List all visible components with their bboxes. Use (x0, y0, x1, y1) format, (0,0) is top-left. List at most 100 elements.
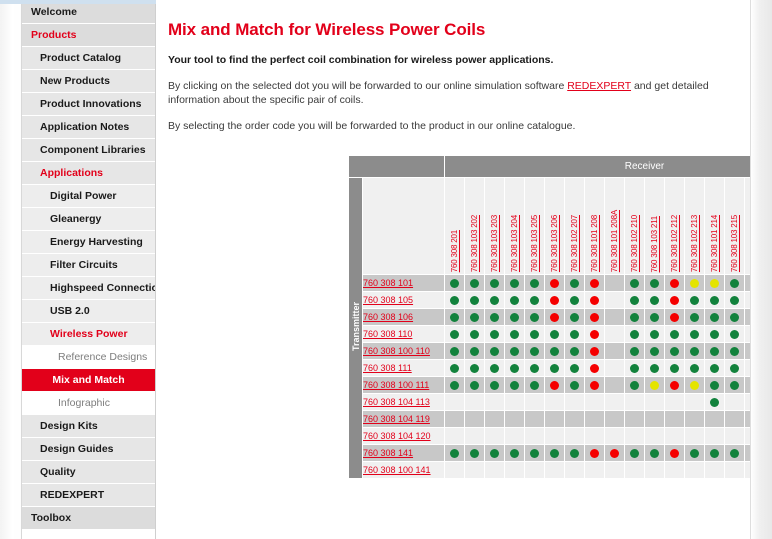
matrix-dot-cell[interactable] (485, 292, 505, 309)
sidebar-item-highspeed-connection[interactable]: Highspeed Connection (22, 277, 155, 300)
compat-dot-g[interactable] (490, 296, 499, 305)
matrix-dot-cell[interactable] (485, 275, 505, 292)
matrix-dot-cell[interactable] (645, 377, 665, 394)
receiver-column-header[interactable]: 760 308 103 206 (545, 178, 565, 275)
receiver-column-header-link[interactable]: 760 308 102 210 (630, 213, 639, 272)
matrix-dot-cell[interactable] (565, 292, 585, 309)
matrix-dot-cell[interactable] (665, 309, 685, 326)
compat-dot-g[interactable] (470, 330, 479, 339)
matrix-dot-cell[interactable] (625, 326, 645, 343)
compat-dot-g[interactable] (570, 364, 579, 373)
matrix-dot-cell[interactable] (545, 343, 565, 360)
matrix-dot-cell[interactable] (665, 326, 685, 343)
receiver-column-header[interactable]: 760 308 102 213 (685, 178, 705, 275)
matrix-dot-cell[interactable] (445, 445, 465, 462)
matrix-dot-cell[interactable] (685, 343, 705, 360)
transmitter-part-link[interactable]: 760 308 111 (363, 360, 445, 377)
sidebar-item-products[interactable]: Products (22, 24, 155, 47)
compat-dot-g[interactable] (730, 330, 739, 339)
compat-dot-g[interactable] (510, 449, 519, 458)
compat-dot-r[interactable] (590, 449, 599, 458)
compat-dot-g[interactable] (490, 347, 499, 356)
matrix-dot-cell[interactable] (545, 326, 565, 343)
compat-dot-g[interactable] (450, 381, 459, 390)
matrix-dot-cell[interactable] (505, 377, 525, 394)
matrix-dot-cell[interactable] (485, 360, 505, 377)
compat-dot-g[interactable] (530, 449, 539, 458)
compat-dot-g[interactable] (730, 296, 739, 305)
matrix-dot-cell[interactable] (485, 377, 505, 394)
compat-dot-g[interactable] (490, 330, 499, 339)
matrix-dot-cell[interactable] (625, 445, 645, 462)
compat-dot-g[interactable] (690, 347, 699, 356)
matrix-dot-cell[interactable] (665, 343, 685, 360)
matrix-dot-cell[interactable] (525, 445, 545, 462)
compat-dot-g[interactable] (530, 296, 539, 305)
compat-dot-g[interactable] (650, 330, 659, 339)
matrix-dot-cell[interactable] (485, 343, 505, 360)
sidebar-item-design-kits[interactable]: Design Kits (22, 415, 155, 438)
matrix-dot-cell[interactable] (705, 343, 725, 360)
sidebar-item-quality[interactable]: Quality (22, 461, 155, 484)
compat-dot-g[interactable] (510, 347, 519, 356)
compat-dot-g[interactable] (690, 330, 699, 339)
compat-dot-g[interactable] (730, 347, 739, 356)
matrix-dot-cell[interactable] (585, 275, 605, 292)
matrix-dot-cell[interactable] (465, 360, 485, 377)
matrix-dot-cell[interactable] (725, 309, 745, 326)
receiver-column-header[interactable]: 760 308 101 214 (705, 178, 725, 275)
transmitter-part-link[interactable]: 760 308 110 (363, 326, 445, 343)
matrix-dot-cell[interactable] (585, 292, 605, 309)
matrix-dot-cell[interactable] (645, 292, 665, 309)
matrix-dot-cell[interactable] (665, 377, 685, 394)
sidebar-item-infographic[interactable]: Infographic (22, 392, 155, 415)
receiver-column-header-link[interactable]: 760 308 102 213 (690, 213, 699, 272)
compat-dot-g[interactable] (470, 313, 479, 322)
receiver-column-header-link[interactable]: 760 308 101 208 (590, 213, 599, 272)
compat-dot-r[interactable] (550, 296, 559, 305)
compat-dot-r[interactable] (590, 347, 599, 356)
compat-dot-g[interactable] (530, 330, 539, 339)
matrix-dot-cell[interactable] (565, 445, 585, 462)
matrix-dot-cell[interactable] (685, 309, 705, 326)
matrix-dot-cell[interactable] (465, 275, 485, 292)
matrix-dot-cell[interactable] (525, 343, 545, 360)
matrix-dot-cell[interactable] (685, 326, 705, 343)
receiver-column-header[interactable]: 760 308 103 203 (485, 178, 505, 275)
sidebar-item-usb-2-0[interactable]: USB 2.0 (22, 300, 155, 323)
compat-dot-g[interactable] (630, 279, 639, 288)
matrix-dot-cell[interactable] (725, 360, 745, 377)
compat-dot-g[interactable] (630, 313, 639, 322)
compat-dot-g[interactable] (710, 296, 719, 305)
compat-dot-g[interactable] (690, 296, 699, 305)
compat-dot-g[interactable] (710, 398, 719, 407)
receiver-column-header[interactable]: 760 308 101 208 (585, 178, 605, 275)
compat-dot-g[interactable] (510, 364, 519, 373)
matrix-dot-cell[interactable] (705, 445, 725, 462)
matrix-dot-cell[interactable] (445, 360, 465, 377)
sidebar-item-product-innovations[interactable]: Product Innovations (22, 93, 155, 116)
receiver-column-header[interactable]: 760 308 103 202 (465, 178, 485, 275)
receiver-column-header-link[interactable]: 760 308 102 212 (670, 213, 679, 272)
matrix-dot-cell[interactable] (465, 445, 485, 462)
compat-dot-g[interactable] (650, 347, 659, 356)
receiver-column-header-link[interactable]: 760 308 103 204 (510, 213, 519, 272)
transmitter-part-link[interactable]: 760 308 104 113 (363, 394, 445, 411)
sidebar-item-mix-and-match[interactable]: Mix and Match (22, 369, 155, 392)
sidebar-item-reference-designs[interactable]: Reference Designs (22, 346, 155, 369)
transmitter-part-link[interactable]: 760 308 100 111 (363, 377, 445, 394)
matrix-dot-cell[interactable] (525, 377, 545, 394)
matrix-dot-cell[interactable] (465, 343, 485, 360)
compat-dot-g[interactable] (570, 313, 579, 322)
compat-dot-g[interactable] (690, 313, 699, 322)
compat-dot-r[interactable] (670, 381, 679, 390)
compat-dot-r[interactable] (590, 313, 599, 322)
compat-dot-y[interactable] (690, 279, 699, 288)
sidebar-item-component-libraries[interactable]: Component Libraries (22, 139, 155, 162)
matrix-dot-cell[interactable] (585, 360, 605, 377)
compat-dot-g[interactable] (550, 330, 559, 339)
compat-dot-g[interactable] (550, 449, 559, 458)
compat-dot-r[interactable] (550, 279, 559, 288)
compat-dot-g[interactable] (550, 364, 559, 373)
compat-dot-g[interactable] (710, 313, 719, 322)
